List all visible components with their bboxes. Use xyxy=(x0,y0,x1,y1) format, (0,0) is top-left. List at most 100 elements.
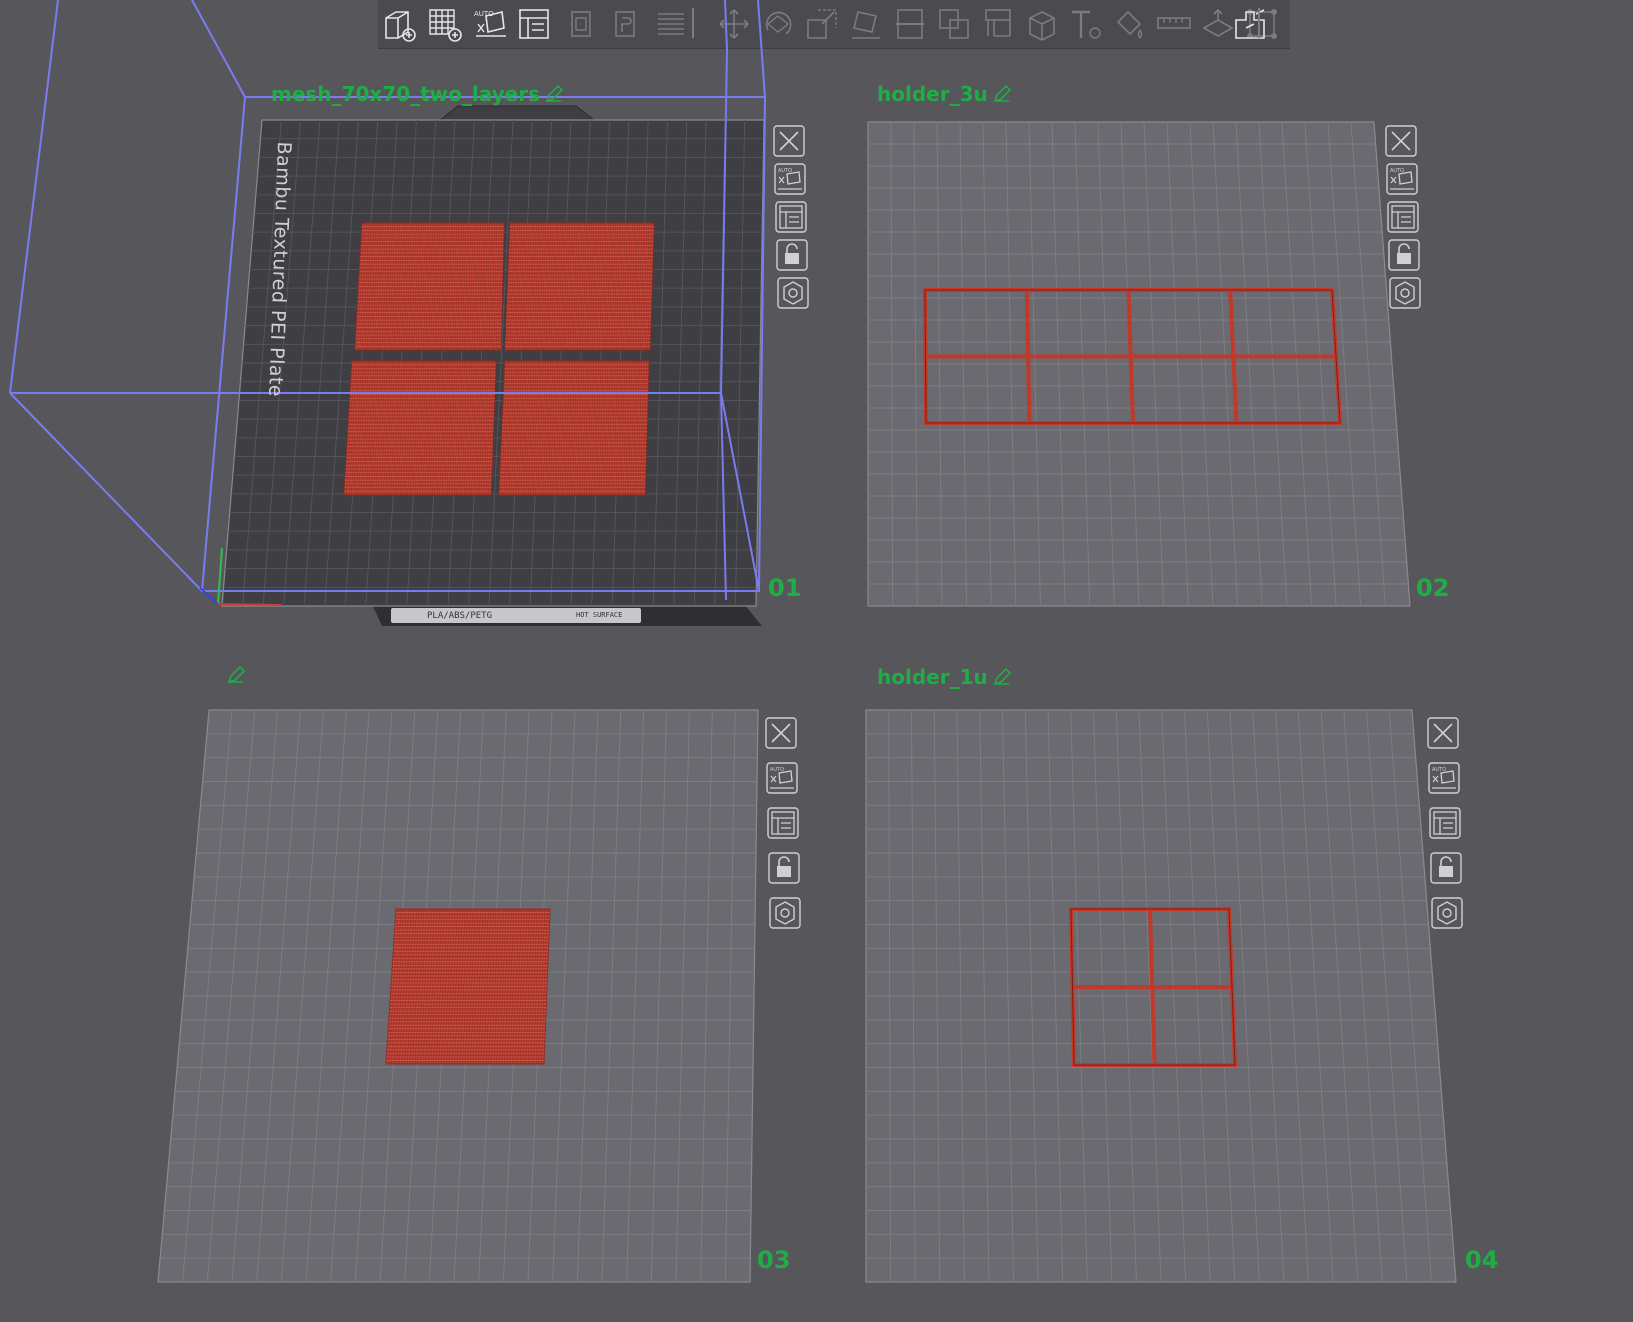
copy-button[interactable] xyxy=(562,4,602,44)
plate-settings-button[interactable] xyxy=(767,896,803,930)
plate-4-title[interactable]: holder_1u xyxy=(877,665,1012,689)
mesh-part-1-cols xyxy=(357,222,502,351)
toolbar-separator xyxy=(692,8,694,38)
plate-1-title[interactable]: mesh_70x70_two_layers xyxy=(271,82,564,106)
support-paint-button[interactable] xyxy=(978,4,1018,44)
plate-2-title-text[interactable]: holder_3u xyxy=(877,82,988,106)
lock-icon xyxy=(1388,239,1420,271)
top-toolbar: AUTO xyxy=(378,0,1290,49)
auto-arrange-button[interactable]: AUTO xyxy=(772,162,808,196)
plate-settings-icon xyxy=(1389,277,1421,309)
rotate-icon xyxy=(765,11,792,35)
bed-plate-text: Bambu Textured PEI Plate xyxy=(264,141,295,398)
plate-settings-icon xyxy=(769,897,801,929)
color-paint-icon xyxy=(1116,10,1143,39)
add-object-icon xyxy=(385,11,416,42)
rotate-button[interactable] xyxy=(758,4,798,44)
mesh-part-3-cols xyxy=(346,360,494,496)
bed-label-strip: PLA/ABS/PETG HOT SURFACE xyxy=(391,608,641,623)
close-button[interactable] xyxy=(771,124,807,158)
auto-arrange-button[interactable]: AUTO xyxy=(1426,761,1462,795)
auto-orient-button[interactable]: AUTO xyxy=(470,4,510,44)
cut-button[interactable] xyxy=(890,4,930,44)
holder-1u-model xyxy=(1068,907,1238,1067)
paste-icon xyxy=(615,11,635,37)
auto-arrange-icon: AUTO xyxy=(774,163,806,195)
holder-3u-model xyxy=(922,288,1343,425)
auto-arrange-button[interactable]: AUTO xyxy=(764,761,800,795)
plate-settings-button[interactable] xyxy=(1429,896,1465,930)
holder-3u-model-edge xyxy=(924,289,1341,424)
split-button[interactable] xyxy=(1230,4,1270,44)
auto-orient-icon: AUTO xyxy=(474,10,506,37)
arrange-plate-button[interactable] xyxy=(773,200,809,234)
arrange-button[interactable] xyxy=(514,4,554,44)
close-icon xyxy=(765,717,797,749)
copy-icon xyxy=(571,11,591,37)
arrange-plate-button[interactable] xyxy=(1427,806,1463,840)
seam-paint-button[interactable] xyxy=(1022,4,1062,44)
plate-settings-button[interactable] xyxy=(775,276,811,310)
boolean-button[interactable] xyxy=(934,4,974,44)
close-button[interactable] xyxy=(763,716,799,750)
close-button[interactable] xyxy=(1383,124,1419,158)
auto-arrange-icon: AUTO xyxy=(766,762,798,794)
arrange-plate-icon xyxy=(1387,201,1419,233)
plate-2-title[interactable]: holder_3u xyxy=(877,82,1012,106)
plate-settings-icon xyxy=(777,277,809,309)
mesh-part-4 xyxy=(498,360,650,496)
plate-4-number: 04 xyxy=(1465,1246,1499,1274)
split-icon xyxy=(1235,9,1265,39)
mesh-model-plate-3-cols xyxy=(388,908,548,1065)
arrange-plate-button[interactable] xyxy=(1385,200,1421,234)
plate-1-title-text[interactable]: mesh_70x70_two_layers xyxy=(271,82,540,106)
scale-button[interactable] xyxy=(802,4,842,44)
arrange-plate-button[interactable] xyxy=(765,806,801,840)
mesh-part-2 xyxy=(504,222,655,351)
edit-pencil-icon[interactable] xyxy=(992,667,1012,687)
scale-icon xyxy=(807,9,837,39)
lock-button[interactable] xyxy=(766,851,802,885)
measure-button[interactable] xyxy=(1154,4,1194,44)
plate-settings-button[interactable] xyxy=(1387,276,1423,310)
toolbar-separator xyxy=(1258,8,1260,38)
lock-button[interactable] xyxy=(1386,238,1422,272)
holder-1u-model-edge xyxy=(1070,908,1236,1066)
lock-button[interactable] xyxy=(774,238,810,272)
text-icon xyxy=(1072,10,1101,39)
arrange-icon xyxy=(519,9,549,39)
edit-pencil-icon[interactable] xyxy=(544,84,564,104)
holder-1u-model-dividers xyxy=(1072,908,1232,1066)
move-button[interactable] xyxy=(714,4,754,44)
plate-2-bed xyxy=(867,121,1411,607)
mesh-part-4-lines xyxy=(499,364,649,492)
plate-2-number: 02 xyxy=(1416,574,1450,602)
color-paint-button[interactable] xyxy=(1110,4,1150,44)
plate-canvas[interactable] xyxy=(0,0,1633,1322)
plate-4-title-text[interactable]: holder_1u xyxy=(877,665,988,689)
text-button[interactable] xyxy=(1066,4,1106,44)
mesh-model-plate-3 xyxy=(385,908,551,1065)
plate-1-bed-grid xyxy=(223,119,764,607)
z-axis xyxy=(199,587,219,605)
add-object-button[interactable] xyxy=(378,4,418,44)
lay-on-face-icon xyxy=(852,11,880,39)
close-icon xyxy=(1427,717,1459,749)
layers-button[interactable] xyxy=(650,4,690,44)
close-button[interactable] xyxy=(1425,716,1461,750)
auto-arrange-button[interactable]: AUTO xyxy=(1384,162,1420,196)
measure-icon xyxy=(1157,17,1191,29)
plate-3-title[interactable] xyxy=(222,665,246,685)
lock-button[interactable] xyxy=(1428,851,1464,885)
add-plate-button[interactable] xyxy=(424,4,464,44)
plate-2-bed-grid xyxy=(868,121,1409,607)
bed-filament-label: PLA/ABS/PETG xyxy=(427,610,493,621)
paste-button[interactable] xyxy=(606,4,646,44)
mesh-part-2-cols xyxy=(507,222,652,351)
edit-pencil-icon[interactable] xyxy=(992,84,1012,104)
edit-pencil-icon[interactable] xyxy=(226,665,246,685)
lay-on-face-button[interactable] xyxy=(846,4,886,44)
mesh-model-plate-3-lines xyxy=(386,912,550,1061)
boolean-icon xyxy=(939,9,969,39)
close-icon xyxy=(1385,125,1417,157)
